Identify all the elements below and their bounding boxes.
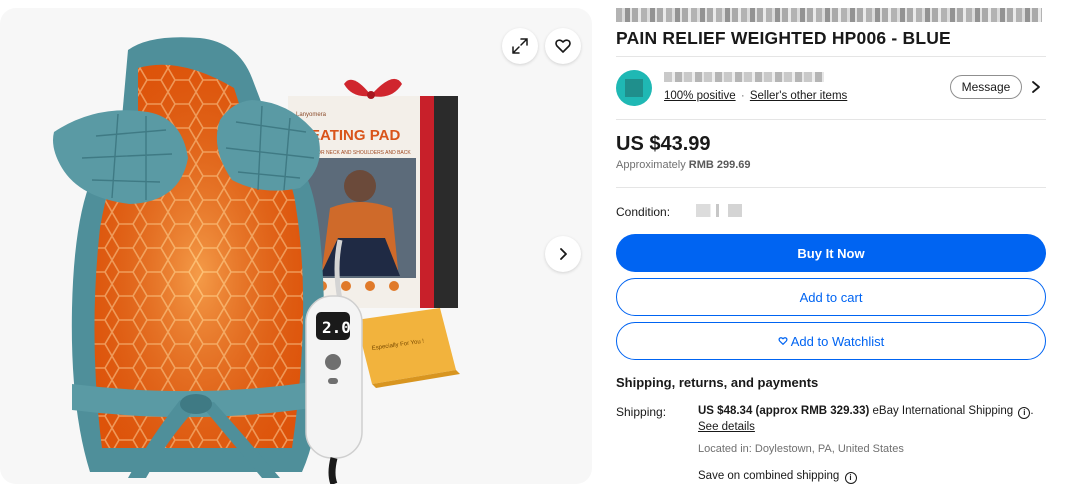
box-title: EATING PAD — [310, 127, 400, 144]
heart-icon — [555, 39, 571, 53]
box-brand: Lanyomera — [296, 112, 327, 118]
approx-value: RMB 299.69 — [688, 159, 751, 171]
redacted-seller-name[interactable] — [664, 72, 824, 82]
item-location: Located in: Doylestown, PA, United State… — [698, 443, 904, 455]
listing-info: PAIN RELIEF WEIGHTED HP006 - BLUE 100% p… — [616, 0, 1048, 491]
shipping-price: US $48.34 (approx RMB 329.33) — [698, 405, 870, 417]
save-favorite-button[interactable] — [545, 28, 581, 64]
info-icon[interactable]: i — [844, 472, 857, 484]
shipping-method: eBay International Shipping — [872, 405, 1014, 417]
box-subtitle: FOR NECK AND SHOULDERS AND BACK — [314, 150, 411, 156]
buy-it-now-button[interactable]: Buy It Now — [616, 234, 1046, 272]
divider — [616, 187, 1046, 188]
controller-display: 2.0 — [322, 318, 351, 337]
gift-card: Especially For You ! — [356, 308, 460, 388]
divider — [616, 119, 1046, 120]
shipping-label: Shipping: — [616, 405, 667, 419]
shipping-heading: Shipping, returns, and payments — [616, 375, 819, 390]
chevron-right-icon[interactable] — [1028, 78, 1044, 96]
heart-icon — [778, 336, 788, 346]
seller-other-items-link[interactable]: Seller's other items — [750, 90, 847, 102]
expand-icon — [512, 38, 528, 54]
divider — [616, 56, 1046, 57]
next-image-button[interactable] — [545, 236, 581, 272]
expand-button[interactable] — [502, 28, 538, 64]
seller-avatar[interactable] — [616, 70, 652, 106]
seller-links: 100% positive · Seller's other items — [664, 90, 847, 102]
separator: · — [740, 90, 745, 102]
price: US $43.99 — [616, 133, 711, 155]
watchlist-label: Add to Watchlist — [790, 333, 885, 349]
see-details-link[interactable]: See details — [698, 421, 755, 433]
chevron-right-icon — [560, 248, 567, 260]
product-image[interactable]: EATING PAD FOR NECK AND SHOULDERS AND BA… — [0, 8, 592, 484]
message-seller-button[interactable]: Message — [950, 75, 1022, 99]
approx-label: Approximately — [616, 159, 686, 171]
combined-shipping-label: Save on combined shipping — [698, 470, 840, 482]
heating-pad — [53, 37, 325, 478]
approx-price: Approximately RMB 299.69 — [616, 159, 751, 171]
add-to-watchlist-button[interactable]: Add to Watchlist — [616, 322, 1046, 360]
add-to-cart-button[interactable]: Add to cart — [616, 278, 1046, 316]
image-gallery: EATING PAD FOR NECK AND SHOULDERS AND BA… — [0, 8, 592, 484]
redacted-condition-value — [696, 204, 742, 217]
condition-label: Condition: — [616, 205, 671, 219]
combined-shipping: Save on combined shipping i — [698, 470, 857, 484]
info-icon[interactable]: i — [1018, 407, 1031, 419]
listing-title: PAIN RELIEF WEIGHTED HP006 - BLUE — [616, 28, 951, 48]
seller-feedback-link[interactable]: 100% positive — [664, 90, 736, 102]
shipping-cost: US $48.34 (approx RMB 329.33) eBay Inter… — [698, 405, 1034, 419]
redacted-title-text — [616, 8, 1042, 22]
